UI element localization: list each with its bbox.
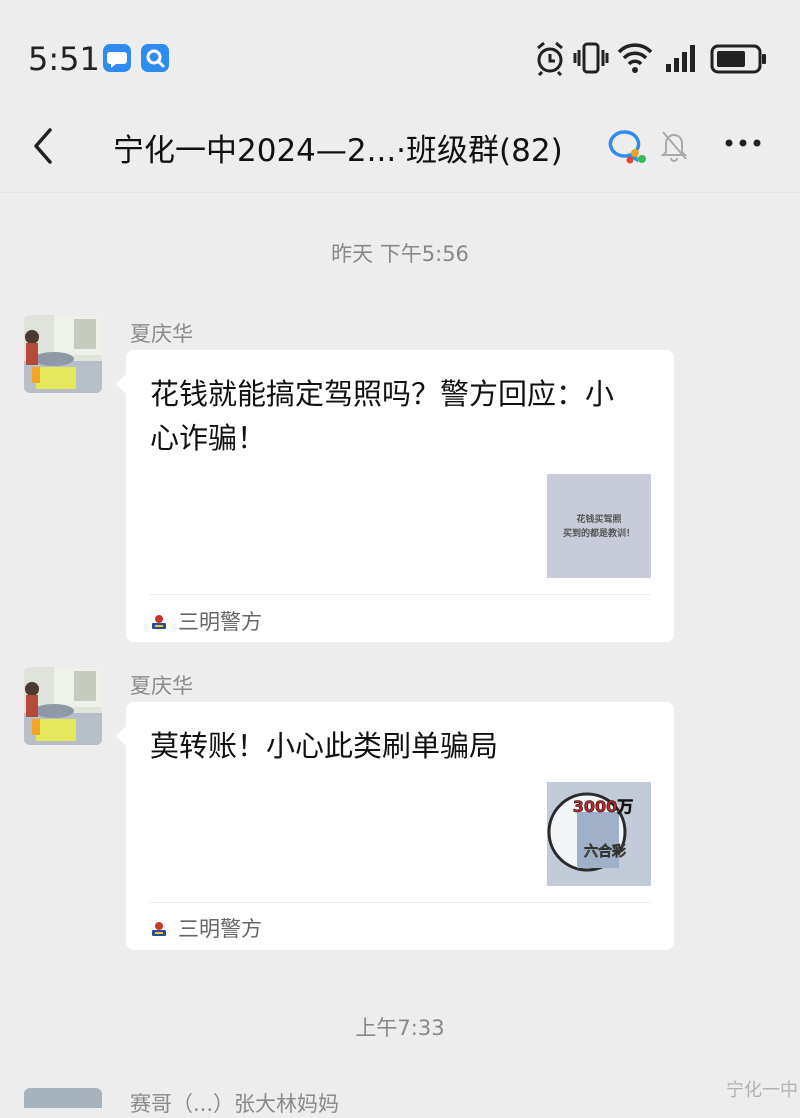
link-card[interactable]: 花钱就能搞定驾照吗？警方回应：小心诈骗！ 花钱买驾照 买到的都是教训！ 三明警方 [116, 350, 674, 642]
bell-muted-icon [659, 128, 689, 166]
link-card[interactable]: 莫转账！小心此类刷单骗局 3000万 六合彩 三明警方 [116, 702, 674, 950]
battery-icon [710, 40, 768, 80]
card-title: 花钱就能搞定驾照吗？警方回应：小心诈骗！ [150, 377, 615, 455]
watermark: 宁化一中 [726, 1080, 798, 1101]
wifi-icon [616, 40, 654, 80]
card-source: 三明警方 [150, 606, 262, 636]
card-source: 三明警方 [150, 913, 262, 943]
collaboration-icon[interactable] [604, 126, 648, 170]
sender-name: 夏庆华 [130, 322, 193, 346]
chat-header: 宁化一中2024—2...·班级群(82) [0, 110, 800, 192]
card-title: 莫转账！小心此类刷单骗局 [150, 729, 499, 763]
search-app-icon [141, 44, 169, 72]
status-time: 5:51 [28, 40, 100, 78]
thumb-text-1: 花钱买驾照 [576, 513, 621, 525]
sender-name: 夏庆华 [130, 674, 193, 698]
source-name: 三明警方 [178, 610, 262, 634]
police-badge-icon [152, 615, 166, 629]
timestamp: 上午7:33 [355, 1016, 445, 1040]
avatar[interactable] [24, 1088, 102, 1108]
card-thumbnail: 3000万 六合彩 [547, 782, 651, 886]
timestamp: 昨天 下午5:56 [331, 242, 469, 266]
chevron-left-icon [34, 128, 52, 164]
more-button[interactable] [724, 128, 764, 162]
card-divider [150, 902, 650, 903]
more-dots-icon [725, 139, 761, 147]
sender-name: 赛哥（...）张大林妈妈 [130, 1092, 340, 1116]
card-thumbnail: 花钱买驾照 买到的都是教训！ [547, 474, 651, 578]
thumb-text-2: 六合彩 [584, 843, 626, 860]
card-divider [150, 594, 650, 595]
alarm-icon [534, 40, 566, 80]
source-name: 三明警方 [178, 917, 262, 941]
signal-icon [664, 40, 702, 80]
vibrate-icon [573, 40, 609, 80]
thumb-text-1: 3000万 [573, 797, 634, 816]
avatar[interactable] [24, 315, 102, 393]
header-divider [0, 192, 800, 193]
status-bar: 5:51 [0, 0, 800, 110]
chat-title[interactable]: 宁化一中2024—2...·班级群(82) [113, 125, 563, 170]
avatar[interactable] [24, 667, 102, 745]
back-button[interactable] [28, 126, 58, 166]
thumb-text-2: 买到的都是教训！ [563, 527, 635, 539]
chat-bubble-icon [103, 44, 131, 72]
police-badge-icon [152, 922, 166, 936]
